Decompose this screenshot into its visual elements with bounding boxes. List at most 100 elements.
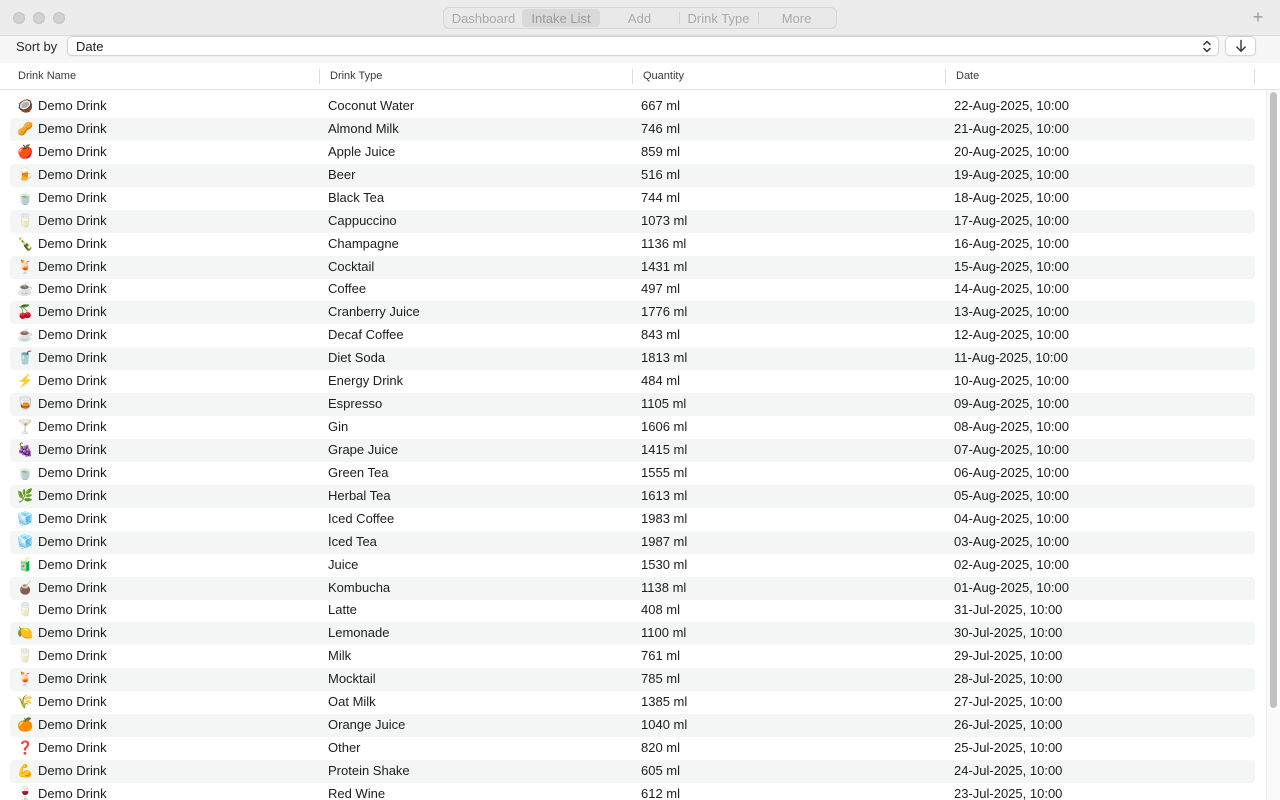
zoom-window-button[interactable]: [53, 12, 65, 24]
drink-type-icon: 🍋: [17, 625, 34, 641]
table-row[interactable]: 🍵 Demo Drink Black Tea 744 ml 18-Aug-2025, 1…: [10, 187, 1255, 210]
tab-intake-list[interactable]: Intake List: [522, 9, 600, 27]
scrollbar-thumb[interactable]: [1270, 92, 1277, 708]
table-row[interactable]: 🥜 Demo Drink Almond Milk 746 ml 21-Aug-2025,…: [10, 117, 1255, 141]
tab-drink-type[interactable]: Drink Type: [680, 9, 758, 27]
table-row[interactable]: 🧊 Demo Drink Iced Coffee 1983 ml 04-Aug-2025…: [10, 508, 1255, 531]
quantity-cell: 1987 ml: [641, 533, 688, 549]
minimize-window-button[interactable]: [33, 12, 45, 24]
drink-type-icon: 🍒: [17, 304, 34, 320]
table-row[interactable]: ☕ Demo Drink Decaf Coffee 843 ml 12-Aug-2025…: [10, 324, 1255, 347]
column-divider[interactable]: [1254, 69, 1255, 84]
date-cell: 04-Aug-2025, 10:00: [954, 510, 1069, 526]
drink-type-cell: Oat Milk: [328, 694, 376, 710]
table-row[interactable]: 🥛 Demo Drink Milk 761 ml 29-Jul-2025, 10:00: [10, 645, 1255, 668]
column-divider[interactable]: [632, 69, 633, 84]
close-window-button[interactable]: [13, 12, 25, 24]
date-cell: 01-Aug-2025, 10:00: [954, 579, 1069, 595]
drink-name-cell: Demo Drink: [38, 579, 107, 595]
date-cell: 29-Jul-2025, 10:00: [954, 648, 1063, 664]
drink-type-icon: 🥛: [17, 648, 34, 664]
sort-select[interactable]: Date: [67, 36, 1219, 56]
column-header-date[interactable]: Date: [956, 70, 979, 82]
table-row[interactable]: ⚡ Demo Drink Energy Drink 484 ml 10-Aug-2025…: [10, 370, 1255, 393]
column-divider[interactable]: [945, 69, 946, 84]
drink-type-icon: ⚡: [17, 373, 34, 389]
chevron-up-down-icon: [1203, 40, 1211, 53]
drink-name-cell: Demo Drink: [38, 556, 107, 572]
table-row[interactable]: 🍎 Demo Drink Apple Juice 859 ml 20-Aug-2025,…: [10, 141, 1255, 164]
drink-name-cell: Demo Drink: [38, 740, 107, 756]
table-row[interactable]: 🍹 Demo Drink Cocktail 1431 ml 15-Aug-2025, 1…: [10, 255, 1255, 279]
table-row[interactable]: 🥛 Demo Drink Cappuccino 1073 ml 17-Aug-2025,…: [10, 209, 1255, 233]
table-row[interactable]: 🧉 Demo Drink Kombucha 1138 ml 01-Aug-2025, 1…: [10, 576, 1255, 600]
table-row[interactable]: 🍷 Demo Drink Red Wine 612 ml 23-Jul-2025, 10…: [10, 783, 1255, 800]
table-row[interactable]: 🍵 Demo Drink Green Tea 1555 ml 06-Aug-2025, …: [10, 462, 1255, 485]
drink-type-cell: Cocktail: [328, 258, 375, 274]
tab-more[interactable]: More: [758, 9, 835, 27]
table-row[interactable]: 🥥 Demo Drink Coconut Water 667 ml 22-Aug-202…: [10, 95, 1255, 118]
table-row[interactable]: 🍇 Demo Drink Grape Juice 1415 ml 07-Aug-2025…: [10, 438, 1255, 462]
quantity-cell: 785 ml: [641, 671, 681, 687]
drink-type-cell: Protein Shake: [328, 762, 410, 778]
column-header-quantity[interactable]: Quantity: [643, 70, 684, 82]
drink-name-cell: Demo Drink: [38, 373, 107, 389]
date-cell: 13-Aug-2025, 10:00: [954, 304, 1069, 320]
intake-table: 🥥 Demo Drink Coconut Water 667 ml 22-Aug-202…: [0, 95, 1280, 800]
table-row[interactable]: 🍊 Demo Drink Orange Juice 1040 ml 26-Jul-202…: [10, 714, 1255, 738]
table-row[interactable]: 🌿 Demo Drink Herbal Tea 1613 ml 05-Aug-2025,…: [10, 484, 1255, 508]
table-row[interactable]: 🧃 Demo Drink Juice 1530 ml 02-Aug-2025, 10:0…: [10, 554, 1255, 577]
table-row[interactable]: 🌾 Demo Drink Oat Milk 1385 ml 27-Jul-2025, 1…: [10, 691, 1255, 714]
drink-type-cell: Black Tea: [328, 189, 385, 205]
add-entry-button[interactable]: +: [1250, 8, 1266, 26]
quantity-cell: 1431 ml: [641, 258, 688, 274]
table-row[interactable]: ❓ Demo Drink Other 820 ml 25-Jul-2025, 10:00: [10, 737, 1255, 760]
table-row[interactable]: ☕ Demo Drink Coffee 497 ml 14-Aug-2025, 10:0…: [10, 278, 1255, 301]
table-row[interactable]: 🍹 Demo Drink Mocktail 785 ml 28-Jul-2025, 10…: [10, 668, 1255, 692]
table-row[interactable]: 🍸 Demo Drink Gin 1606 ml 08-Aug-2025, 10:00: [10, 416, 1255, 439]
quantity-cell: 1040 ml: [641, 717, 688, 733]
drink-name-cell: Demo Drink: [38, 396, 107, 412]
quantity-cell: 605 ml: [641, 762, 681, 778]
drink-type-icon: 🧊: [17, 510, 34, 526]
column-header-drink-name[interactable]: Drink Name: [18, 70, 76, 82]
drink-name-cell: Demo Drink: [38, 419, 107, 435]
quantity-cell: 484 ml: [641, 373, 681, 389]
drink-name-cell: Demo Drink: [38, 258, 107, 274]
date-cell: 03-Aug-2025, 10:00: [954, 533, 1069, 549]
table-row[interactable]: 🍒 Demo Drink Cranberry Juice 1776 ml 13-Aug-…: [10, 301, 1255, 325]
sort-direction-button[interactable]: [1225, 36, 1256, 56]
drink-type-icon: 🥛: [17, 602, 34, 618]
table-row[interactable]: 🍺 Demo Drink Beer 516 ml 19-Aug-2025, 10:00: [10, 163, 1255, 187]
table-row[interactable]: 🍾 Demo Drink Champagne 1136 ml 16-Aug-2025, …: [10, 233, 1255, 256]
table-row[interactable]: 🍋 Demo Drink Lemonade 1100 ml 30-Jul-2025, 1…: [10, 622, 1255, 646]
drink-type-cell: Champagne: [328, 235, 399, 251]
drink-type-icon: 🧊: [17, 533, 34, 549]
column-divider[interactable]: [319, 69, 320, 84]
table-row[interactable]: 🥃 Demo Drink Espresso 1105 ml 09-Aug-2025, 1…: [10, 393, 1255, 417]
vertical-scrollbar[interactable]: [1266, 90, 1280, 800]
drink-type-cell: Coffee: [328, 281, 367, 297]
drink-name-cell: Demo Drink: [38, 98, 107, 113]
quantity-cell: 1813 ml: [641, 350, 688, 366]
date-cell: 02-Aug-2025, 10:00: [954, 556, 1069, 572]
drink-type-cell: Diet Soda: [328, 350, 386, 366]
quantity-cell: 1415 ml: [641, 441, 688, 457]
tab-dashboard[interactable]: Dashboard: [445, 9, 522, 27]
drink-type-cell: Lemonade: [328, 625, 390, 641]
table-row[interactable]: 🥛 Demo Drink Latte 408 ml 31-Jul-2025, 10:00: [10, 599, 1255, 622]
drink-name-cell: Demo Drink: [38, 510, 107, 526]
drink-type-cell: Apple Juice: [328, 143, 396, 159]
date-cell: 18-Aug-2025, 10:00: [954, 189, 1069, 205]
table-row[interactable]: 💪 Demo Drink Protein Shake 605 ml 24-Jul-202…: [10, 759, 1255, 783]
title-bar: Dashboard Intake List Add Drink Type Mor…: [0, 0, 1280, 36]
drink-type-cell: Mocktail: [328, 671, 376, 687]
drink-type-cell: Cranberry Juice: [328, 304, 420, 320]
date-cell: 23-Jul-2025, 10:00: [954, 785, 1063, 800]
column-header-drink-type[interactable]: Drink Type: [330, 70, 382, 82]
tab-add[interactable]: Add: [600, 9, 679, 27]
table-row[interactable]: 🧊 Demo Drink Iced Tea 1987 ml 03-Aug-2025, 1…: [10, 530, 1255, 554]
drink-type-cell: Decaf Coffee: [328, 327, 404, 343]
drink-type-icon: 🍊: [17, 717, 34, 733]
table-row[interactable]: 🥤 Demo Drink Diet Soda 1813 ml 11-Aug-2025, …: [10, 347, 1255, 371]
